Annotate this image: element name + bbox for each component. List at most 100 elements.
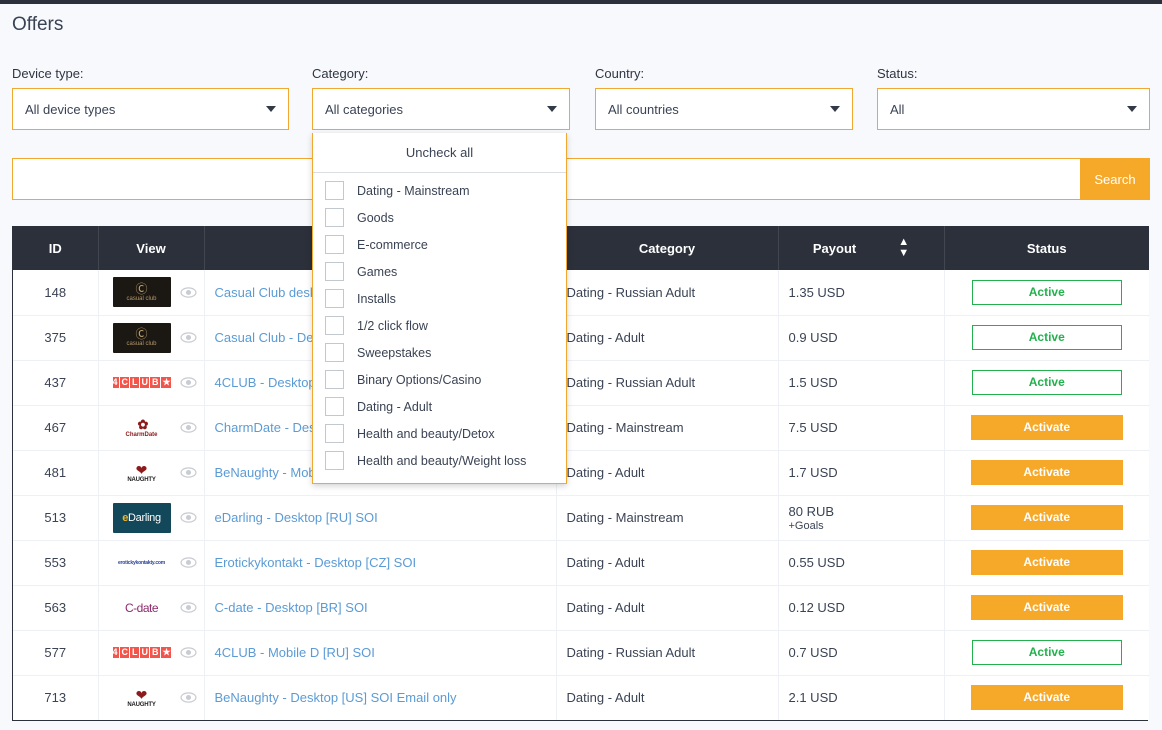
cell-status: Activate (944, 495, 1149, 541)
status-select[interactable]: All (877, 88, 1150, 130)
offer-link[interactable]: C-date - Desktop [BR] SOI (215, 600, 368, 615)
category-option[interactable]: Games (313, 258, 566, 285)
cell-view: C-date (98, 585, 205, 631)
offer-link[interactable]: Erotickykontakt - Desktop [CZ] SOI (215, 555, 417, 570)
eye-icon[interactable] (179, 464, 197, 481)
cell-category: Dating - Adult (556, 540, 779, 586)
cell-payout: 0.55 USD (778, 540, 945, 586)
status-badge-active: Active (971, 640, 1122, 665)
search-button[interactable]: Search (1080, 158, 1150, 200)
category-select[interactable]: All categories (312, 88, 570, 130)
offers-table-head: ID View Category Payout ▲ ▼ Status (13, 226, 1149, 270)
category-option-label: Dating - Mainstream (357, 183, 470, 198)
category-option[interactable]: Dating - Mainstream (313, 177, 566, 204)
category-option-checkbox[interactable] (325, 343, 344, 362)
cell-id: 513 (13, 495, 99, 541)
category-option-checkbox[interactable] (325, 181, 344, 200)
eye-icon[interactable] (179, 509, 197, 526)
table-row: 375 Ⓒcasual club Casual Club - Desktop [ES… (13, 315, 1149, 361)
category-option[interactable]: 1/2 click flow (313, 312, 566, 339)
category-option-list: Dating - Mainstream Goods E-commerce Games I… (313, 173, 566, 474)
cell-view: Ⓒcasual club (98, 270, 205, 316)
activate-button[interactable]: Activate (970, 460, 1123, 485)
payout-value: 0.7 USD (788, 645, 838, 660)
filter-status-label: Status: (877, 66, 918, 81)
table-row: 563 C-date C-date - Desktop [BR] SOI Dating… (13, 585, 1149, 631)
cell-payout: 1.5 USD (778, 360, 945, 406)
sort-updown-icon[interactable]: ▲ ▼ (898, 237, 909, 259)
offer-link[interactable]: 4CLUB - Mobile D [RU] SOI (215, 645, 375, 660)
eye-icon[interactable] (179, 374, 197, 391)
category-option[interactable]: Health and beauty/Weight loss (313, 447, 566, 474)
table-row: 577 4 C L U B ★ 4CLUB - Mobile D [RU] SOI Dating… (13, 630, 1149, 676)
category-option[interactable]: Health and beauty/Detox (313, 420, 566, 447)
top-accent-bar (0, 0, 1162, 4)
eye-icon[interactable] (179, 554, 197, 571)
activate-button[interactable]: Activate (970, 595, 1123, 620)
column-header-id[interactable]: ID (13, 226, 99, 270)
cell-id: 553 (13, 540, 99, 586)
category-option-label: Installs (357, 291, 396, 306)
cell-name: 4CLUB - Mobile D [RU] SOI (204, 630, 557, 676)
category-option-checkbox[interactable] (325, 370, 344, 389)
category-option-label: Dating - Adult (357, 399, 433, 414)
eye-icon[interactable] (179, 644, 197, 661)
eye-icon[interactable] (179, 689, 197, 706)
column-header-payout[interactable]: Payout ▲ ▼ (777, 226, 945, 270)
column-header-status[interactable]: Status (943, 226, 1149, 270)
table-header-row: ID View Category Payout ▲ ▼ Status (13, 226, 1149, 270)
status-badge-active: Active (971, 279, 1122, 305)
column-header-view[interactable]: View (97, 226, 205, 270)
offer-logo-erotickykontakt: erotickykontakty.com (112, 547, 171, 578)
category-option[interactable]: Binary Options/Casino (313, 366, 566, 393)
offer-link[interactable]: eDarling - Desktop [RU] SOI (215, 510, 378, 525)
filter-country: Country: All countries (595, 66, 853, 130)
category-option-label: Health and beauty/Weight loss (357, 453, 527, 468)
category-option[interactable]: Installs (313, 285, 566, 312)
category-option[interactable]: Sweepstakes (313, 339, 566, 366)
device-type-select[interactable]: All device types (12, 88, 289, 130)
filter-category-label: Category: (312, 66, 369, 81)
filter-country-label: Country: (595, 66, 645, 81)
cell-category: Dating - Adult (556, 585, 779, 631)
category-option-checkbox[interactable] (325, 451, 344, 470)
category-option-checkbox[interactable] (325, 208, 344, 227)
country-value: All countries (608, 101, 679, 117)
offers-table-container: ID View Category Payout ▲ ▼ Status 148 Ⓒca… (12, 226, 1149, 721)
category-option-checkbox[interactable] (325, 397, 344, 416)
cell-view: ❤ NAUGHTY (98, 675, 205, 720)
cell-payout: 80 RUB +Goals (778, 495, 945, 541)
activate-button[interactable]: Activate (970, 505, 1123, 530)
cell-category: Dating - Adult (556, 450, 779, 496)
category-option-checkbox[interactable] (325, 235, 344, 254)
activate-button[interactable]: Activate (970, 415, 1123, 440)
eye-icon[interactable] (179, 599, 197, 616)
eye-icon[interactable] (179, 284, 197, 301)
country-select[interactable]: All countries (595, 88, 853, 130)
category-option-checkbox[interactable] (325, 424, 344, 443)
payout-value: 0.55 USD (788, 555, 845, 570)
offer-link[interactable]: BeNaughty - Desktop [US] SOI Email only (215, 690, 457, 705)
table-row: 513 e Darling eDarling - Desktop [RU] SOI Da… (13, 495, 1149, 541)
cell-status: Activate (944, 405, 1149, 451)
activate-button[interactable]: Activate (970, 685, 1123, 711)
activate-button[interactable]: Activate (970, 550, 1123, 575)
offer-logo-casual-club: Ⓒcasual club (112, 322, 171, 353)
cell-status: Activate (944, 540, 1149, 586)
category-option[interactable]: E-commerce (313, 231, 566, 258)
table-row: 467 ✿ CharmDate CharmDate - Desktop [US] SO… (13, 405, 1149, 451)
page-title: Offers (12, 14, 64, 35)
category-option[interactable]: Goods (313, 204, 566, 231)
eye-icon[interactable] (179, 329, 197, 346)
category-option[interactable]: Dating - Adult (313, 393, 566, 420)
category-option-checkbox[interactable] (325, 316, 344, 335)
eye-icon[interactable] (179, 419, 197, 436)
cell-status: Activate (944, 585, 1149, 631)
category-option-checkbox[interactable] (325, 289, 344, 308)
uncheck-all-button[interactable]: Uncheck all (313, 133, 566, 173)
cell-view: e Darling (98, 495, 205, 541)
category-option-checkbox[interactable] (325, 262, 344, 281)
cell-view: erotickykontakty.com (98, 540, 205, 586)
payout-value: 0.12 USD (788, 600, 845, 615)
column-header-category[interactable]: Category (555, 226, 779, 270)
